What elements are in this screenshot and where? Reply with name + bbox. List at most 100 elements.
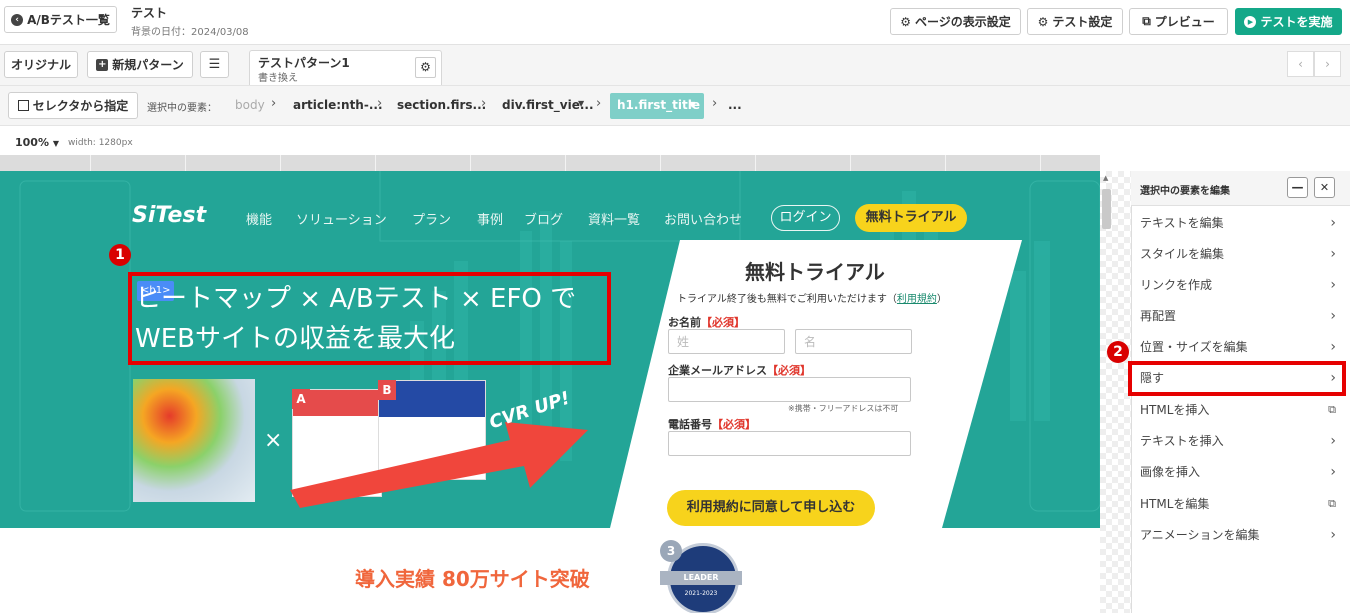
badge-year: 2021-2023 (684, 590, 718, 597)
test-settings-button[interactable]: ⚙ テスト設定 (1027, 8, 1123, 35)
nav-item-features[interactable]: 機能 (246, 209, 272, 228)
nav-item-solutions[interactable]: ソリューション (296, 209, 387, 228)
canvas-scroll-area[interactable]: ▲ (1100, 171, 1131, 613)
back-to-list-button[interactable]: ‹ A/Bテスト一覧 (4, 6, 117, 33)
scrollbar-thumb[interactable] (1102, 189, 1111, 229)
scroll-up-icon[interactable]: ▲ (1103, 174, 1108, 182)
email-note: ※携帯・フリーアドレスは不可 (788, 404, 899, 413)
last-name-input[interactable]: 姓 (668, 329, 785, 354)
step-marker-1: 1 (109, 244, 131, 266)
chevron-right-icon: › (1330, 338, 1336, 355)
email-label: 企業メールアドレス【必須】 (668, 362, 811, 378)
nav-item-cases[interactable]: 事例 (477, 209, 503, 228)
external-link-icon: ⧉ (1142, 14, 1151, 28)
last-name-placeholder: 姓 (677, 335, 690, 349)
gear-icon: ⚙ (900, 14, 911, 29)
caret-down-icon: ▼ (689, 100, 696, 109)
panel-item-label: 位置・サイズを編集 (1140, 340, 1248, 354)
panel-item-edit-position-size[interactable]: 位置・サイズを編集 › (1131, 331, 1350, 362)
hero-title-line2[interactable]: WEBサイトの収益を最大化 (135, 318, 455, 355)
free-trial-nav-button[interactable]: 無料トライアル (855, 204, 967, 232)
minimize-icon[interactable]: — (1287, 177, 1308, 198)
chevron-right-icon: › (1330, 432, 1336, 449)
tab-original[interactable]: オリジナル (4, 51, 78, 78)
new-pattern-button[interactable]: + 新規パターン (87, 51, 193, 78)
preview-button[interactable]: ⧉ プレビュー (1129, 8, 1228, 35)
email-input[interactable] (668, 377, 911, 402)
first-name-placeholder: 名 (804, 335, 817, 349)
back-label: A/Bテスト一覧 (27, 13, 110, 27)
panel-item-label: テキストを編集 (1140, 216, 1224, 230)
crumb-more[interactable]: ... (728, 98, 742, 112)
scroll-right-icon[interactable]: › (1314, 51, 1341, 77)
cvr-arrow-graphic (290, 422, 588, 508)
zoom-select[interactable]: 100% ▼ (15, 136, 59, 149)
heatmap-image (133, 379, 255, 502)
nav-item-blog[interactable]: ブログ (524, 209, 563, 228)
page-display-settings-label: ページの表示設定 (915, 15, 1011, 29)
hide-item-highlight (1128, 361, 1346, 396)
crumb-h1-active[interactable]: h1.first_title ▼ (610, 93, 704, 119)
panel-item-label: HTMLを挿入 (1140, 403, 1210, 417)
select-from-selector-button[interactable]: セレクタから指定 (8, 92, 138, 119)
badge-number: 3 (660, 540, 682, 562)
badge-leader-text: LEADER (660, 571, 742, 585)
chevron-right-icon: › (377, 96, 383, 111)
panel-item-edit-style[interactable]: スタイルを編集 › (1131, 238, 1350, 269)
chevron-right-icon: › (596, 96, 602, 111)
crumb-body[interactable]: body (235, 98, 265, 112)
phone-input[interactable] (668, 431, 911, 456)
caret-down-icon[interactable]: ▼ (578, 99, 584, 108)
required-badge: 【必須】 (701, 316, 745, 329)
zoom-bar (0, 125, 1350, 155)
nav-item-documents[interactable]: 資料一覧 (588, 209, 640, 228)
name-label-text: お名前 (668, 316, 701, 329)
chevron-right-icon: › (1330, 307, 1336, 324)
panel-item-insert-image[interactable]: 画像を挿入 › (1131, 456, 1350, 487)
chevron-right-icon: › (1330, 245, 1336, 262)
tab-subtitle: 書き換え (258, 73, 298, 84)
label-b: B (378, 380, 396, 400)
page-display-settings-button[interactable]: ⚙ ページの表示設定 (890, 8, 1021, 35)
panel-item-label: 再配置 (1140, 309, 1177, 323)
scroll-left-icon[interactable]: ‹ (1287, 51, 1314, 77)
panel-item-rearrange[interactable]: 再配置 › (1131, 300, 1350, 331)
back-circle-icon: ‹ (11, 13, 24, 26)
chevron-right-icon: › (1330, 463, 1336, 480)
viewport-width: width: 1280px (68, 138, 133, 148)
email-label-text: 企業メールアドレス (668, 364, 767, 377)
preview-label: プレビュー (1154, 15, 1215, 29)
crumb-section[interactable]: section.firs... (397, 98, 486, 112)
panel-title: 選択中の要素を編集 (1140, 186, 1230, 197)
terms-link[interactable]: 利用規約 (897, 294, 937, 305)
test-settings-label: テスト設定 (1052, 15, 1113, 29)
tab-settings-gear-icon[interactable]: ⚙ (415, 57, 436, 78)
nav-item-contact[interactable]: お問い合わせ (664, 209, 742, 228)
nav-item-plans[interactable]: プラン (412, 209, 451, 228)
select-from-selector-label: セレクタから指定 (32, 99, 129, 113)
chevron-right-icon: › (271, 96, 277, 111)
panel-item-create-link[interactable]: リンクを作成 › (1131, 269, 1350, 300)
sitest-logo[interactable]: SiTest (132, 203, 206, 228)
chevron-right-icon: › (1330, 276, 1336, 293)
hero-title-line1[interactable]: ヒートマップ × A/Bテスト × EFO で (135, 278, 576, 315)
panel-item-insert-text[interactable]: テキストを挿入 › (1131, 425, 1350, 456)
submit-trial-button[interactable]: 利用規約に同意して申し込む (667, 490, 875, 526)
first-name-input[interactable]: 名 (795, 329, 912, 354)
form-subtitle-end: ） (936, 294, 947, 305)
crumb-article[interactable]: article:nth-... (293, 98, 383, 112)
tab-test-pattern-1[interactable]: テストパターン1 書き換え ⚙ (249, 50, 442, 86)
chevron-right-icon: › (712, 96, 718, 111)
chevron-right-icon: › (1330, 526, 1336, 543)
login-button[interactable]: ログイン (771, 205, 840, 231)
panel-item-edit-html[interactable]: HTMLを編集 ⧉ (1131, 488, 1350, 519)
form-subtitle-text: トライアル終了後も無料でご利用いただけます（ (677, 294, 897, 305)
pattern-list-button[interactable]: ☰ (200, 51, 229, 78)
panel-item-insert-html[interactable]: HTMLを挿入 ⧉ (1131, 394, 1350, 425)
close-icon[interactable]: ✕ (1314, 177, 1335, 198)
panel-item-edit-animation[interactable]: アニメーションを編集 › (1131, 519, 1350, 550)
panel-item-edit-text[interactable]: テキストを編集 › (1131, 207, 1350, 238)
run-test-button[interactable]: ▶ テストを実施 (1235, 8, 1342, 35)
required-badge: 【必須】 (712, 418, 756, 431)
ruler (0, 155, 1100, 171)
